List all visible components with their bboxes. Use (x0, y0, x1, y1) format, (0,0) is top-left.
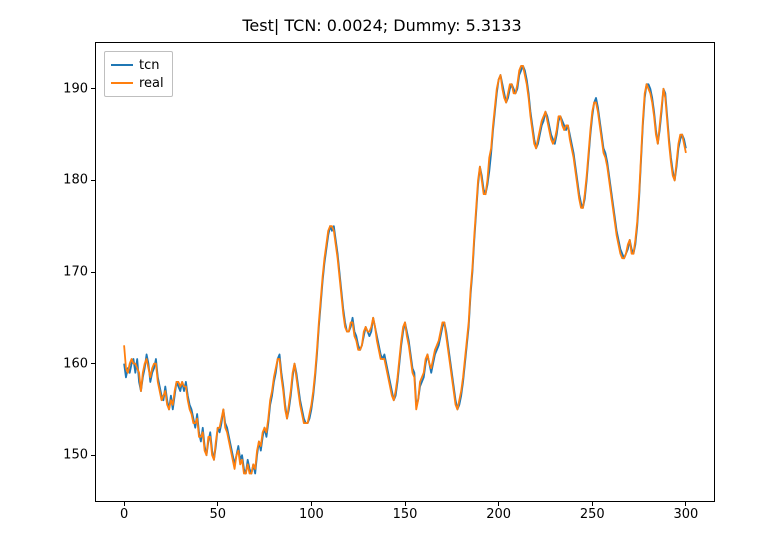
xtick-label: 250 (580, 507, 605, 522)
ytick-label: 170 (63, 265, 88, 280)
xtick-label: 200 (486, 507, 511, 522)
legend-label-real: real (139, 76, 164, 91)
plot-area (96, 43, 714, 501)
axes: tcn real 0501001502002503001501601701801… (95, 42, 715, 502)
ytick-mark (91, 455, 96, 456)
ytick-label: 180 (63, 173, 88, 188)
xtick-label: 0 (120, 507, 128, 522)
xtick-mark (124, 501, 125, 506)
xtick-mark (498, 501, 499, 506)
ytick-mark (91, 180, 96, 181)
chart-title: Test| TCN: 0.0024; Dummy: 5.3133 (0, 16, 764, 35)
legend-entry-real: real (111, 74, 164, 92)
series-real (124, 66, 686, 474)
legend: tcn real (104, 51, 173, 97)
xtick-label: 150 (393, 507, 418, 522)
figure: Test| TCN: 0.0024; Dummy: 5.3133 tcn rea… (0, 0, 764, 550)
ytick-label: 190 (63, 81, 88, 96)
ytick-mark (91, 272, 96, 273)
xtick-mark (592, 501, 593, 506)
ytick-label: 150 (63, 448, 88, 463)
series-tcn (124, 66, 686, 474)
legend-swatch-real (111, 82, 133, 84)
xtick-mark (685, 501, 686, 506)
legend-swatch-tcn (111, 64, 133, 66)
xtick-label: 100 (299, 507, 324, 522)
xtick-mark (217, 501, 218, 506)
xtick-label: 300 (673, 507, 698, 522)
xtick-mark (311, 501, 312, 506)
legend-label-tcn: tcn (139, 58, 159, 73)
ytick-mark (91, 88, 96, 89)
xtick-label: 50 (209, 507, 226, 522)
ytick-mark (91, 363, 96, 364)
legend-entry-tcn: tcn (111, 56, 164, 74)
xtick-mark (405, 501, 406, 506)
ytick-label: 160 (63, 356, 88, 371)
